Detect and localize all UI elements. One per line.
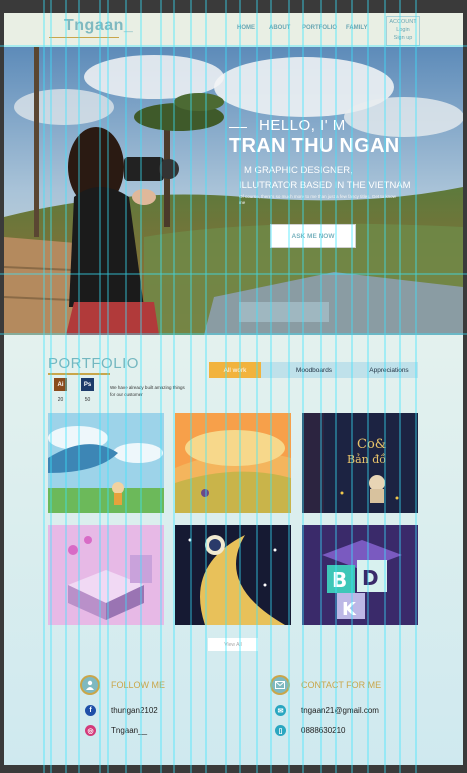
- follow-icon: [80, 675, 100, 695]
- email-icon: ✉: [275, 705, 286, 716]
- email-address[interactable]: tngaan21@gmail.com: [301, 706, 379, 715]
- view-all-button[interactable]: View All: [208, 638, 258, 651]
- svg-text:B: B: [332, 568, 347, 592]
- svg-text:Bản đồ: Bản đồ: [347, 453, 386, 466]
- svg-text:D: D: [362, 566, 379, 590]
- hero-photo: [4, 47, 463, 335]
- follow-me-title: FOLLOW ME: [111, 680, 166, 690]
- portfolio-card-astronaut[interactable]: [175, 525, 291, 625]
- hero-blurb: Of course, there's so much more to me th…: [239, 194, 396, 205]
- nav-home[interactable]: HOME: [237, 25, 255, 31]
- portfolio-tabs: All work Moodboards Appreciations: [209, 362, 418, 378]
- nav-about[interactable]: ABOUT: [269, 25, 290, 31]
- portfolio-card-3d-letters[interactable]: B D K: [302, 525, 418, 625]
- portfolio-card-whale[interactable]: [48, 413, 164, 513]
- illustrator-icon: Ai: [54, 378, 67, 391]
- tab-all-work[interactable]: All work: [209, 362, 261, 378]
- photoshop-badge: Ps 50: [81, 378, 94, 403]
- photoshop-icon: Ps: [81, 378, 94, 391]
- site-logo[interactable]: Tngaan_: [64, 17, 133, 35]
- hero-greeting: HELLO, I' M: [259, 117, 346, 134]
- hero-name: TRAN THU NGAN: [229, 135, 400, 157]
- portfolio-card-isometric[interactable]: [48, 525, 164, 625]
- portfolio-underline: [48, 373, 110, 375]
- illustrator-count: 20: [57, 397, 64, 403]
- ask-me-now-button[interactable]: ASK ME NOW: [270, 224, 356, 248]
- nav-portfolio[interactable]: PORTFOLIO: [302, 25, 337, 31]
- tab-appreciations[interactable]: Appreciations: [359, 362, 419, 378]
- portfolio-card-book[interactable]: Co& Bản đồ: [302, 413, 418, 513]
- phone-number[interactable]: 0888630210: [301, 726, 346, 735]
- portfolio-card-sunset[interactable]: [175, 413, 291, 513]
- artboard: Tngaan_ HOME ABOUT PORTFOLIO FAMILY ACCO…: [4, 13, 463, 765]
- portfolio-title: PORTFOLIO: [48, 355, 139, 372]
- login-link[interactable]: Login: [387, 27, 419, 33]
- phone-icon: ▯: [275, 725, 286, 736]
- svg-text:K: K: [342, 599, 357, 620]
- hero-role-line2: ILLUTRATOR BASED IN THE VIETNAM: [239, 180, 411, 191]
- hero-section: HELLO, I' M TRAN THU NGAN M GRAPHIC DESI…: [4, 47, 463, 335]
- account-title: ACCOUNT: [389, 19, 417, 25]
- account-box: ACCOUNT Login Sign up: [386, 16, 420, 46]
- contact-icon: [270, 675, 290, 695]
- instagram-icon[interactable]: ◎: [85, 725, 96, 736]
- nav-family[interactable]: FAMILY: [346, 25, 367, 31]
- site-header: Tngaan_ HOME ABOUT PORTFOLIO FAMILY ACCO…: [4, 13, 463, 47]
- signup-link[interactable]: Sign up: [387, 35, 419, 41]
- facebook-icon[interactable]: f: [85, 705, 96, 716]
- portfolio-description: We have already built amazing things for…: [110, 385, 185, 397]
- facebook-handle[interactable]: thungan2102: [111, 706, 158, 715]
- hero-role-line1: M GRAPHIC DESIGNER,: [244, 165, 353, 176]
- logo-underline: [49, 37, 119, 38]
- illustrator-badge: Ai 20: [54, 378, 67, 403]
- instagram-handle[interactable]: Tngaan__: [111, 726, 147, 735]
- svg-text:Co&: Co&: [357, 437, 386, 452]
- contact-title: CONTACT FOR ME: [301, 680, 382, 690]
- photoshop-count: 50: [84, 397, 91, 403]
- tab-moodboards[interactable]: Moodboards: [274, 362, 354, 378]
- hello-dash: [229, 127, 247, 128]
